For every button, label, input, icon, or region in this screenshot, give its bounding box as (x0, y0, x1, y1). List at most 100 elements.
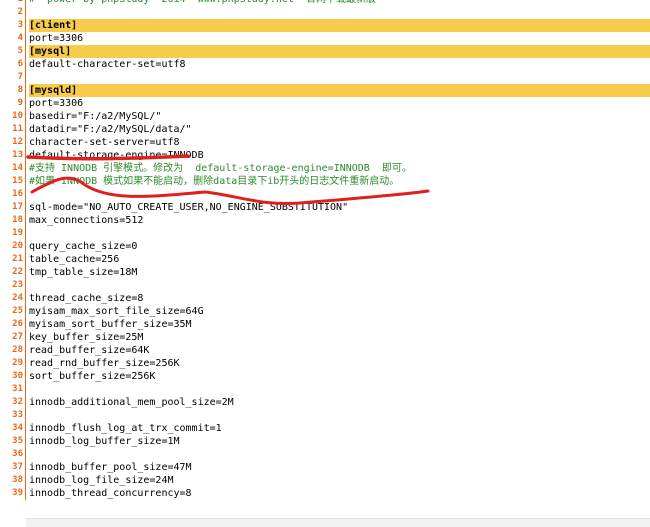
editor-line[interactable]: 12 character-set-server=utf8 (0, 136, 650, 149)
line-text: innodb_additional_mem_pool_size=2M (29, 397, 234, 408)
line-text: max_connections=512 (29, 215, 144, 226)
editor-line[interactable]: 38 innodb_log_file_size=24M (0, 474, 650, 487)
editor-line[interactable]: 10 basedir="F:/a2/MySQL/" (0, 110, 650, 123)
line-number: 27 (0, 331, 26, 344)
editor-line[interactable]: 5 [mysql] (0, 45, 650, 58)
line-text: [mysql] (29, 45, 650, 58)
line-number: 14 (0, 162, 26, 175)
line-text: basedir="F:/a2/MySQL/" (29, 111, 162, 122)
line-text (29, 71, 650, 84)
line-number: 34 (0, 422, 26, 435)
text-editor[interactable]: 1# power by phpStudy 2014 www.phpStudy.n… (0, 0, 650, 500)
line-number: 23 (0, 279, 26, 292)
editor-line[interactable]: 3 [client] (0, 19, 650, 32)
line-number: 20 (0, 240, 26, 253)
line-number: 32 (0, 396, 26, 409)
editor-line[interactable]: 35 innodb_log_buffer_size=1M (0, 435, 650, 448)
line-number: 3 (0, 19, 26, 32)
editor-line[interactable]: 25 myisam_max_sort_file_size=64G (0, 305, 650, 318)
line-text: default-character-set=utf8 (29, 59, 186, 70)
line-number: 22 (0, 266, 26, 279)
editor-line[interactable]: 11 datadir="F:/a2/MySQL/data/" (0, 123, 650, 136)
line-text: innodb_thread_concurrency=8 (29, 488, 192, 499)
line-number: 33 (0, 409, 26, 422)
editor-line[interactable]: 34 innodb_flush_log_at_trx_commit=1 (0, 422, 650, 435)
editor-line[interactable]: 16 (0, 188, 650, 201)
line-number: 16 (0, 188, 26, 201)
line-text: read_rnd_buffer_size=256K (29, 358, 180, 369)
line-number: 5 (0, 45, 26, 58)
editor-line[interactable]: 13 default-storage-engine=INNODB (0, 149, 650, 162)
editor-line[interactable]: 21 table_cache=256 (0, 253, 650, 266)
line-number: 6 (0, 58, 26, 71)
editor-line[interactable]: 19 (0, 227, 650, 240)
editor-line[interactable]: 6 default-character-set=utf8 (0, 58, 650, 71)
line-number: 39 (0, 487, 26, 500)
line-text: read_buffer_size=64K (29, 345, 150, 356)
line-text: #如果 INNODB 模式如果不能启动，删除data目录下ib开头的日志文件重新… (29, 176, 400, 187)
line-text: thread_cache_size=8 (29, 293, 144, 304)
editor-line[interactable]: 37 innodb_buffer_pool_size=47M (0, 461, 650, 474)
line-text: [client] (29, 19, 650, 32)
line-text: innodb_log_buffer_size=1M (29, 436, 180, 447)
line-number: 37 (0, 461, 26, 474)
editor-line[interactable]: 24 thread_cache_size=8 (0, 292, 650, 305)
line-number: 36 (0, 448, 26, 461)
line-text (29, 188, 650, 201)
line-number: 24 (0, 292, 26, 305)
editor-line[interactable]: 4 port=3306 (0, 32, 650, 45)
line-number: 13 (0, 149, 26, 162)
line-text: datadir="F:/a2/MySQL/data/" (29, 124, 192, 135)
line-number: 28 (0, 344, 26, 357)
line-text: table_cache=256 (29, 254, 120, 265)
editor-line[interactable]: 26 myisam_sort_buffer_size=35M (0, 318, 650, 331)
editor-line[interactable]: 36 (0, 448, 650, 461)
horizontal-scrollbar[interactable] (26, 518, 650, 527)
line-text: myisam_sort_buffer_size=35M (29, 319, 192, 330)
editor-line[interactable]: 27 key_buffer_size=25M (0, 331, 650, 344)
editor-line[interactable]: 7 (0, 71, 650, 84)
editor-line[interactable]: 33 (0, 409, 650, 422)
line-number: 2 (0, 6, 26, 19)
editor-line[interactable]: 15 #如果 INNODB 模式如果不能启动，删除data目录下ib开头的日志文件… (0, 175, 650, 188)
line-number: 38 (0, 474, 26, 487)
line-text (29, 383, 650, 396)
editor-line[interactable]: 18 max_connections=512 (0, 214, 650, 227)
line-number: 10 (0, 110, 26, 123)
line-text: sort_buffer_size=256K (29, 371, 156, 382)
editor-line[interactable]: 31 (0, 383, 650, 396)
line-text: query_cache_size=0 (29, 241, 138, 252)
line-number: 35 (0, 435, 26, 448)
line-number: 11 (0, 123, 26, 136)
line-text: tmp_table_size=18M (29, 267, 138, 278)
line-number: 8 (0, 84, 26, 97)
editor-line[interactable]: 2 (0, 6, 650, 19)
line-number: 29 (0, 357, 26, 370)
editor-line[interactable]: 9 port=3306 (0, 97, 650, 110)
line-text: port=3306 (29, 33, 84, 44)
line-number: 7 (0, 71, 26, 84)
line-number: 17 (0, 201, 26, 214)
editor-line[interactable]: 20 query_cache_size=0 (0, 240, 650, 253)
editor-line[interactable]: 29 read_rnd_buffer_size=256K (0, 357, 650, 370)
editor-line[interactable]: 14 #支持 INNODB 引擎模式。修改为 default-storage-en… (0, 162, 650, 175)
line-number: 19 (0, 227, 26, 240)
line-number: 30 (0, 370, 26, 383)
editor-line[interactable]: 28 read_buffer_size=64K (0, 344, 650, 357)
editor-line[interactable]: 30 sort_buffer_size=256K (0, 370, 650, 383)
line-number: 12 (0, 136, 26, 149)
editor-line[interactable]: 17 sql-mode="NO_AUTO_CREATE_USER,NO_ENGIN… (0, 201, 650, 214)
line-number: 25 (0, 305, 26, 318)
editor-line[interactable]: 23 (0, 279, 650, 292)
editor-line[interactable]: 39 innodb_thread_concurrency=8 (0, 487, 650, 500)
line-text: character-set-server=utf8 (29, 137, 180, 148)
editor-line[interactable]: 8 [mysqld] (0, 84, 650, 97)
line-number: 9 (0, 97, 26, 110)
line-number: 4 (0, 32, 26, 45)
editor-line[interactable]: 32 innodb_additional_mem_pool_size=2M (0, 396, 650, 409)
line-text (29, 409, 650, 422)
line-text: port=3306 (29, 98, 84, 109)
line-text: [mysqld] (29, 84, 650, 97)
line-text: innodb_flush_log_at_trx_commit=1 (29, 423, 222, 434)
editor-line[interactable]: 22 tmp_table_size=18M (0, 266, 650, 279)
